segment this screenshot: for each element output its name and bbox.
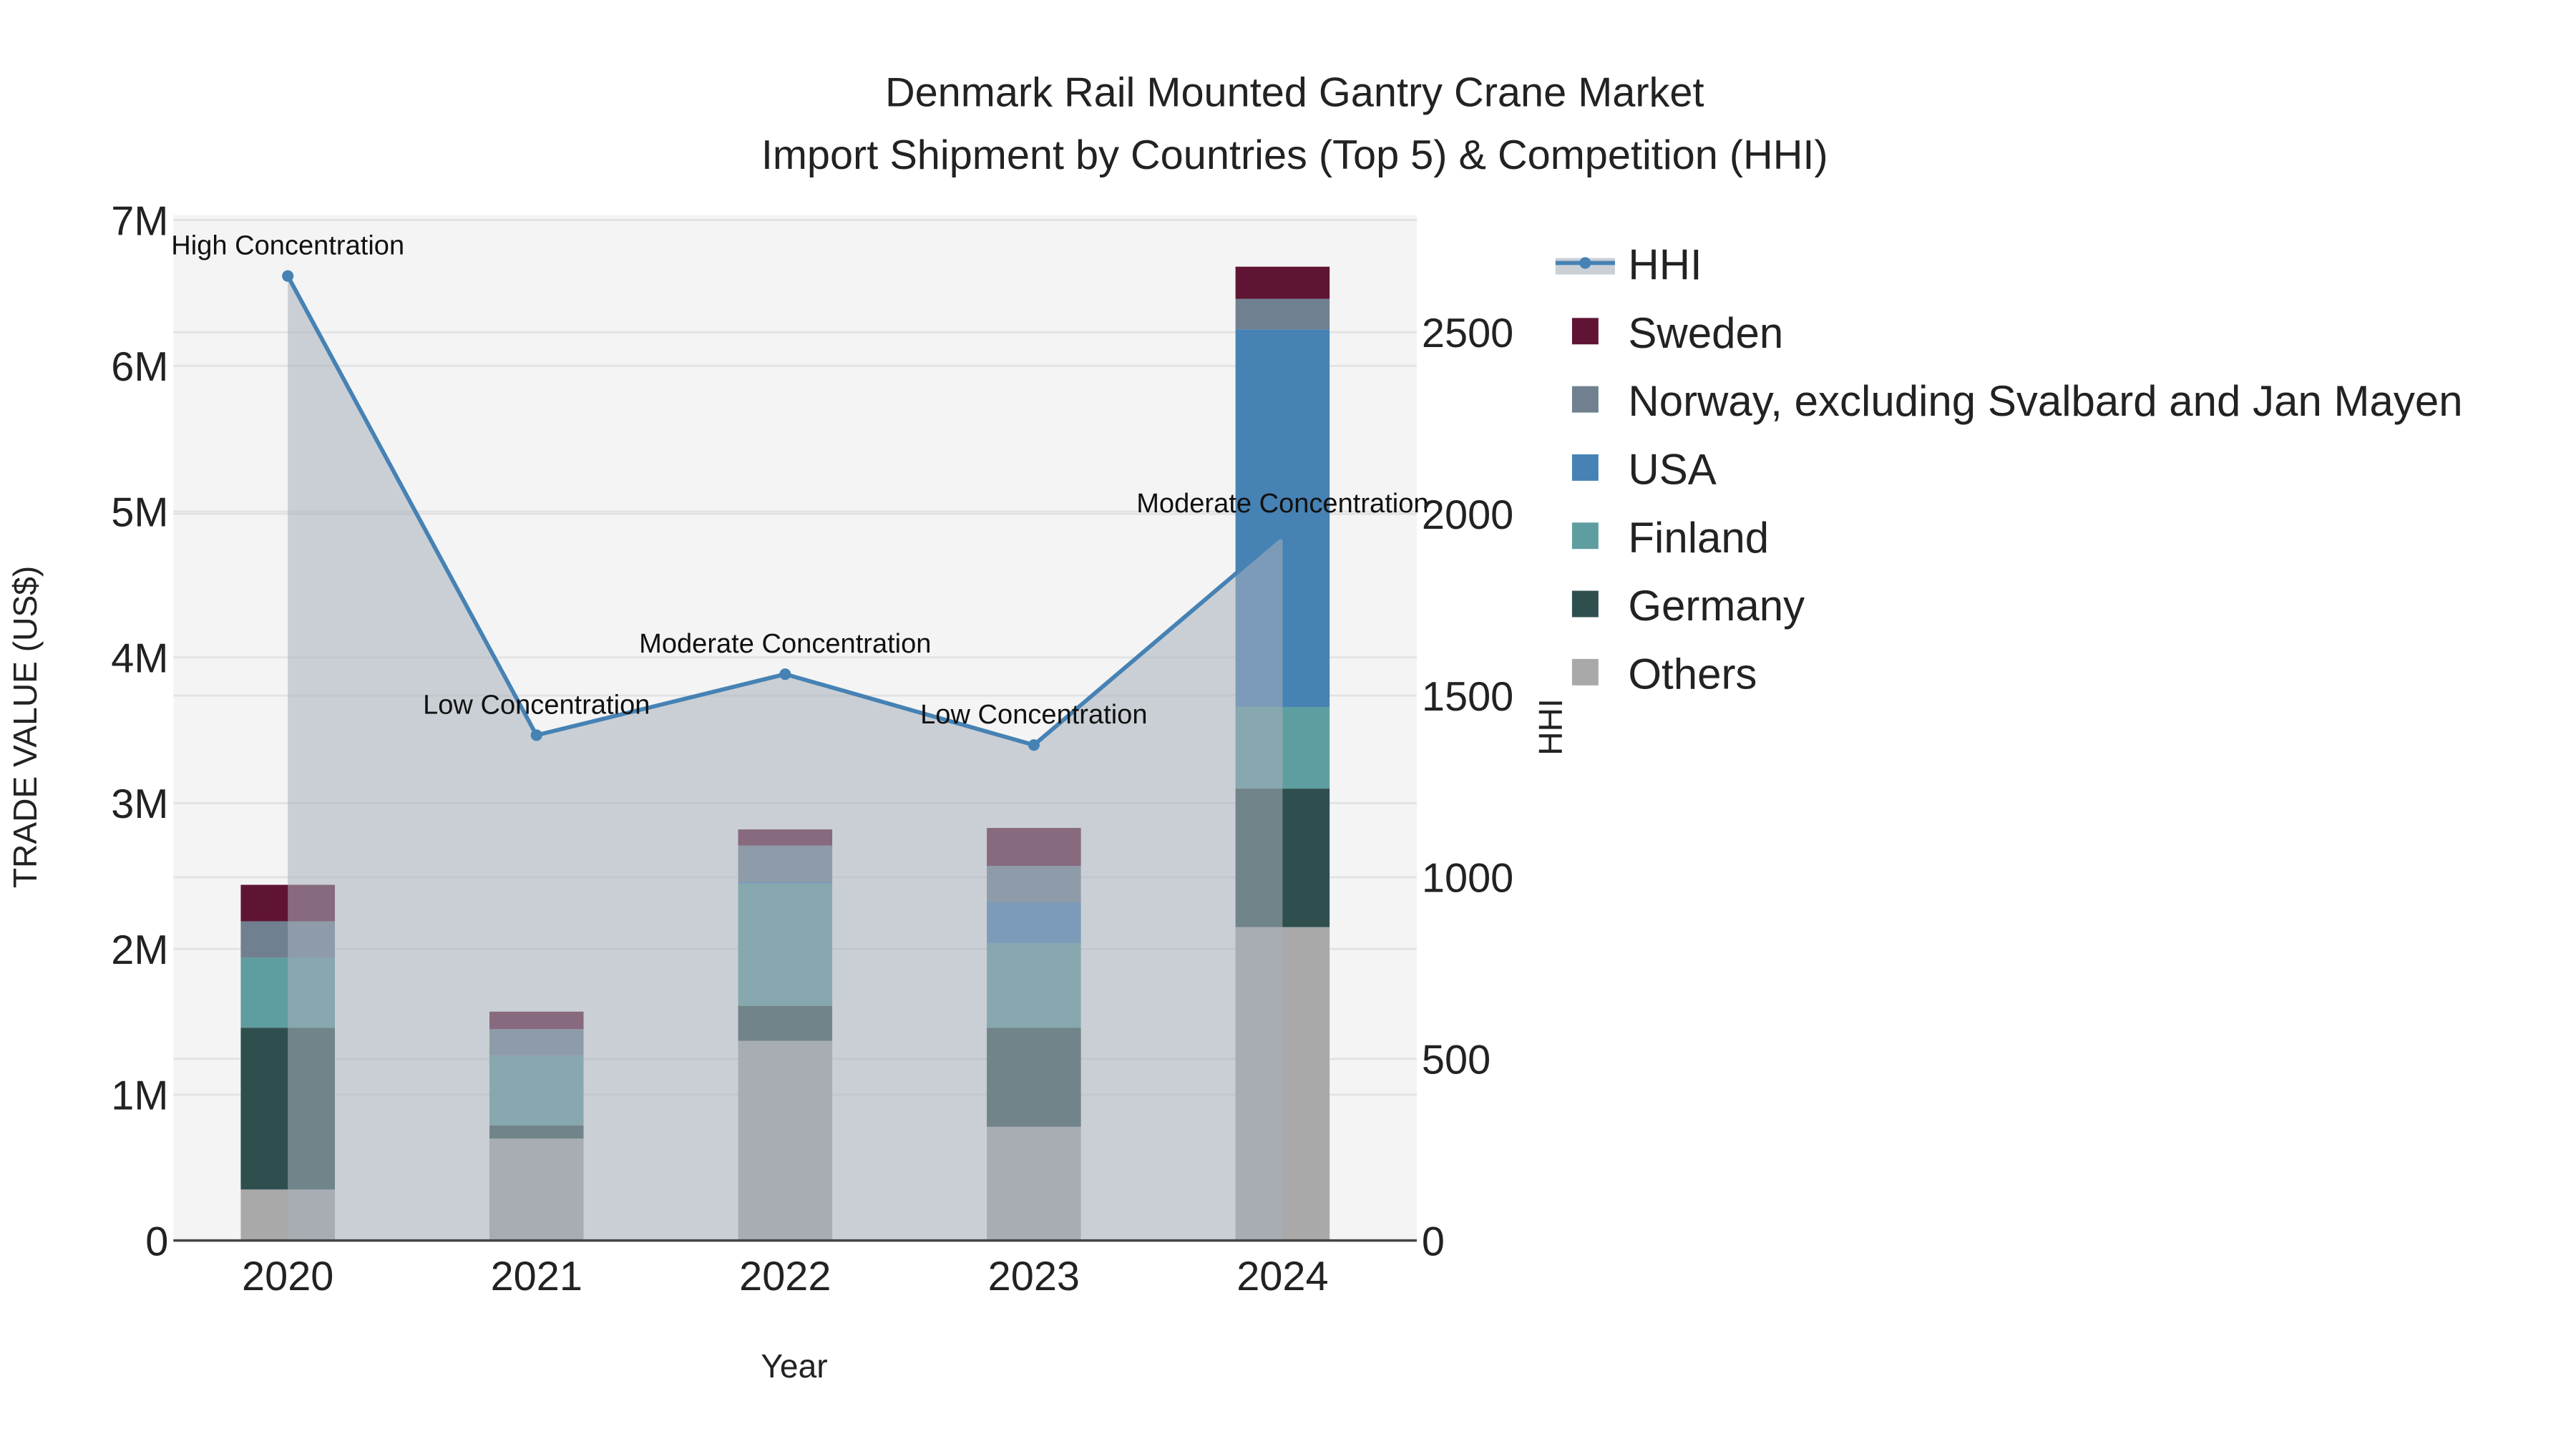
legend-label: Others [1628,650,1757,698]
legend-label: Germany [1628,582,1805,630]
y2-tick-label: 500 [1422,1038,1491,1083]
y2-tick-label: 0 [1422,1219,1445,1264]
y2-tick-label: 1500 [1422,674,1513,720]
y-tick-label: 1M [111,1073,168,1119]
hhi-point [530,729,542,741]
hhi-annotation: Low Concentration [423,690,650,720]
legend-swatch [1571,522,1599,550]
y2-tick-label: 1000 [1422,856,1513,902]
hhi-annotation: Moderate Concentration [1136,489,1428,519]
legend-label: Finland [1628,514,1769,562]
legend-swatch-hhi-marker [1579,257,1591,269]
x-tick-label: 2021 [491,1254,582,1299]
chart: High Concentration Low Concentration Moder… [6,69,2463,1385]
hhi-point [1028,739,1040,751]
x-axis-label: Year [761,1347,827,1385]
y2-tick-label: 2500 [1422,311,1513,356]
legend-label: Norway, excluding Svalbard and Jan Mayen [1628,377,2462,425]
chart-title-line2: Import Shipment by Countries (Top 5) & C… [761,132,1828,178]
y-tick-label: 5M [111,490,168,536]
bar-segment-norway [1235,298,1330,330]
legend-swatch [1571,454,1599,481]
legend-swatch [1571,590,1599,618]
y2-axis-label: HHI [1532,698,1569,755]
hhi-annotation: High Concentration [171,231,404,261]
y-tick-label: 2M [111,927,168,973]
y-tick-label: 4M [111,635,168,681]
y2-tick-label: 2000 [1422,492,1513,538]
legend-swatch [1571,318,1599,345]
x-tick-label: 2023 [988,1254,1080,1299]
x-tick-label: 2022 [739,1254,831,1299]
legend-swatch [1571,658,1599,686]
y-tick-label: 6M [111,344,168,390]
y-tick-label: 0 [145,1219,168,1264]
bar-segment-sweden [1235,266,1330,299]
x-tick-label: 2024 [1236,1254,1328,1299]
hhi-point [779,668,791,680]
hhi-point [282,270,294,282]
hhi-point [1277,528,1289,540]
chart-title-line1: Denmark Rail Mounted Gantry Crane Market [885,69,1704,115]
y-tick-label: 3M [111,781,168,827]
legend: HHI Sweden Norway, excluding Svalbard and … [1555,241,2463,698]
hhi-annotation: Low Concentration [920,700,1147,730]
legend-swatch [1571,386,1599,413]
x-tick-label: 2020 [242,1254,333,1299]
y-axis-label: TRADE VALUE (US$) [6,566,44,888]
legend-label: Sweden [1628,309,1783,357]
hhi-annotation: Moderate Concentration [639,629,931,659]
legend-label: HHI [1628,241,1702,289]
y-tick-label: 7M [111,198,168,244]
legend-label: USA [1628,445,1716,493]
